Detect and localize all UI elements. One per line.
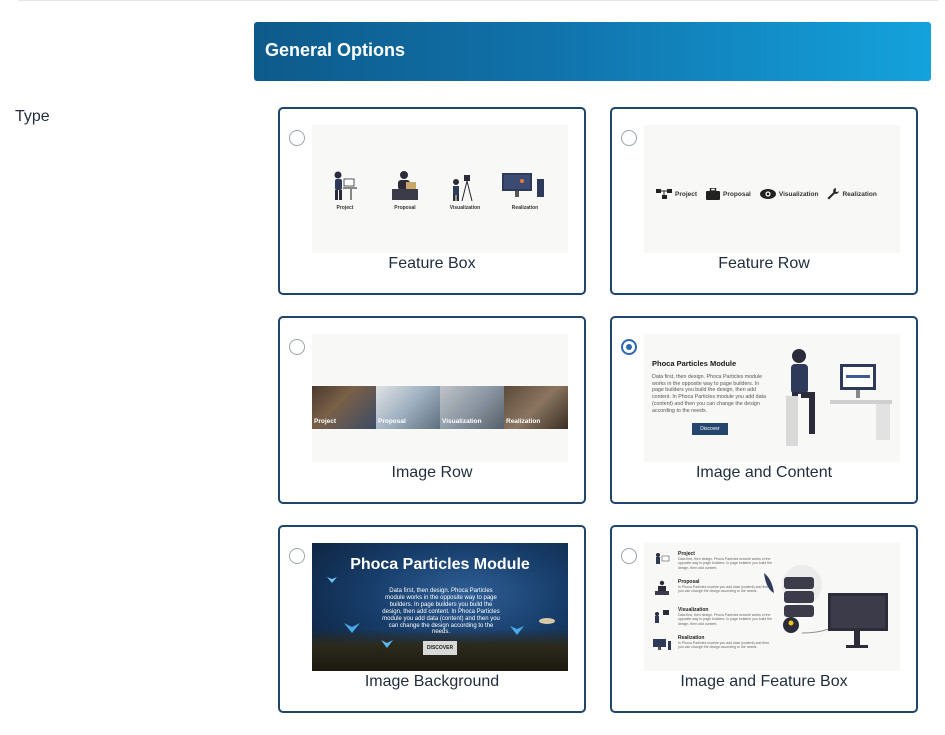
option-feature-box[interactable]: Project Proposal Visualization Realizati… (278, 107, 586, 295)
eye-icon (759, 189, 776, 199)
section-title: General Options (265, 40, 406, 60)
thumbnail-image-and-content: Phoca Particles Module Data first, then … (644, 334, 900, 462)
radio-feature-box[interactable] (289, 130, 305, 146)
feature-proposal: Proposal (380, 169, 430, 211)
image-tile-proposal: Proposal (376, 386, 440, 429)
feature-row-realization: Realization (827, 188, 877, 200)
wrench-icon (827, 188, 840, 200)
person-desk-icon (656, 553, 670, 564)
thumbnail-image-row: Project Proposal Visualization Realizati… (312, 334, 568, 462)
mini-feature-realization: Realization In Phoca Particles module yo… (652, 635, 772, 663)
caption-image-background: Image Background (364, 673, 500, 690)
feature-realization: Realization (500, 169, 550, 211)
image-tile-realization: Realization (504, 386, 568, 429)
sitemap-icon (656, 189, 672, 199)
person-laptop-icon (655, 580, 669, 595)
option-image-and-content[interactable]: Phoca Particles Module Data first, then … (610, 316, 918, 504)
option-image-row[interactable]: Project Proposal Visualization Realizati… (278, 316, 586, 504)
mini-feature-visualization: Visualization Data first, then design. P… (652, 607, 772, 635)
feature-row-project: Project (656, 188, 697, 200)
section-header: General Options (254, 22, 931, 81)
type-field-label: Type (15, 108, 50, 125)
radio-image-and-feature-box[interactable] (621, 548, 637, 564)
caption-image-and-feature-box: Image and Feature Box (680, 673, 848, 690)
option-feature-row[interactable]: Project Proposal Visualization Realizati… (610, 107, 918, 295)
feature-project: Project (320, 169, 370, 211)
mini-feature-project: Project Data first, then design. Phoca P… (652, 551, 772, 579)
person-laptop-icon (392, 171, 418, 200)
radio-image-row[interactable] (289, 339, 305, 355)
caption-image-row: Image Row (391, 464, 473, 481)
thumbnail-feature-box: Project Proposal Visualization Realizati… (312, 125, 568, 253)
monitor-icon (502, 173, 544, 197)
option-image-background[interactable]: Phoca Particles Module Data first, then … (278, 525, 586, 713)
feature-row-proposal: Proposal (706, 188, 751, 200)
thumbnail-image-background: Phoca Particles Module Data first, then … (312, 543, 568, 671)
option-image-and-feature-box[interactable]: Project Data first, then design. Phoca P… (610, 525, 918, 713)
feature-row-visualization: Visualization (759, 189, 818, 199)
thumbnail-image-and-feature-box: Project Data first, then design. Phoca P… (644, 543, 900, 671)
caption-image-and-content: Image and Content (695, 464, 833, 481)
mini-feature-proposal: Proposal In Phoca Particles module you a… (652, 579, 772, 607)
caption-feature-box: Feature Box (388, 255, 476, 272)
briefcase-icon (706, 188, 721, 200)
feature-visualization: Visualization (440, 169, 490, 211)
person-board-icon (655, 610, 669, 623)
image-tile-visualization: Visualization (440, 386, 504, 429)
server-monitor-illustration (764, 565, 888, 648)
person-desk-icon (334, 171, 357, 200)
thumbnail-feature-row: Project Proposal Visualization Realizati… (644, 125, 900, 253)
person-board-icon (453, 175, 473, 202)
radio-image-and-content[interactable] (621, 339, 637, 355)
caption-feature-row: Feature Row (718, 255, 810, 272)
radio-feature-row[interactable] (621, 130, 637, 146)
radio-image-background[interactable] (289, 548, 305, 564)
monitor-icon (653, 639, 671, 650)
image-tile-project: Project (312, 386, 376, 429)
person-computer-illustration (786, 349, 892, 446)
top-divider (18, 0, 938, 1)
